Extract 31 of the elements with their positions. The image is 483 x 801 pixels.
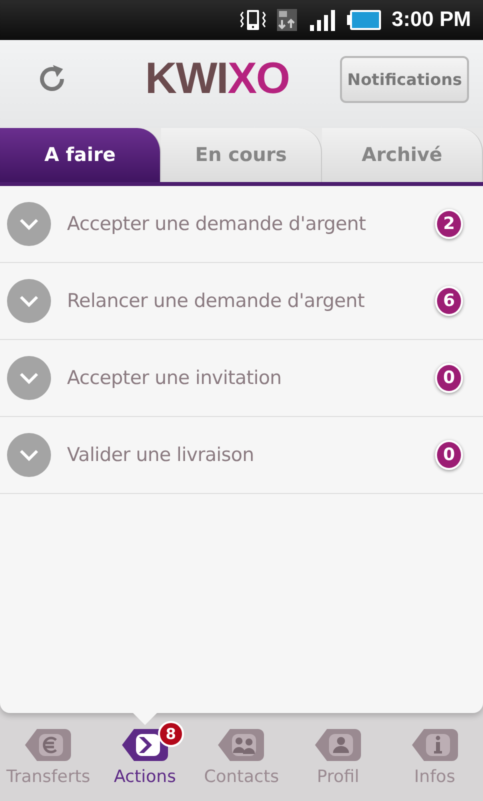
expand-button[interactable] [7, 279, 51, 323]
network-icon [276, 8, 298, 32]
count-badge: 0 [435, 363, 463, 393]
notifications-button[interactable]: Notifications [340, 56, 469, 102]
count-badge: 2 [435, 209, 463, 239]
vibrate-icon [240, 8, 266, 32]
count-badge: 6 [435, 286, 463, 316]
tab[interactable]: Archivé [322, 128, 483, 182]
nav-tab[interactable]: Transferts [0, 725, 96, 801]
expand-button[interactable] [7, 356, 51, 400]
action-label[interactable]: Valider une livraison [67, 444, 435, 466]
nav-tab[interactable]: Contacts [193, 725, 290, 801]
tab[interactable]: En cours [161, 128, 322, 182]
clock: 3:00 PM [392, 8, 471, 32]
count-badge: 0 [435, 440, 463, 470]
expand-button[interactable] [7, 202, 51, 246]
tab[interactable]: A faire [0, 128, 161, 182]
action-label[interactable]: Accepter une demande d'argent [67, 213, 435, 235]
action-label[interactable]: Relancer une demande d'argent [67, 290, 435, 312]
chevron-down-icon [19, 218, 39, 230]
nav-tab[interactable]: Infos [386, 725, 483, 801]
chevron-down-icon [19, 449, 39, 461]
nav-tab[interactable]: Profil [290, 725, 386, 801]
signal-icon [308, 8, 336, 32]
battery-icon [346, 8, 382, 32]
chevron-down-icon [19, 295, 39, 307]
notification-badge: 8 [158, 721, 184, 747]
chevron-down-icon [19, 372, 39, 384]
expand-button[interactable] [7, 433, 51, 477]
logo: KWIXO [144, 54, 290, 104]
action-label[interactable]: Accepter une invitation [67, 367, 435, 389]
